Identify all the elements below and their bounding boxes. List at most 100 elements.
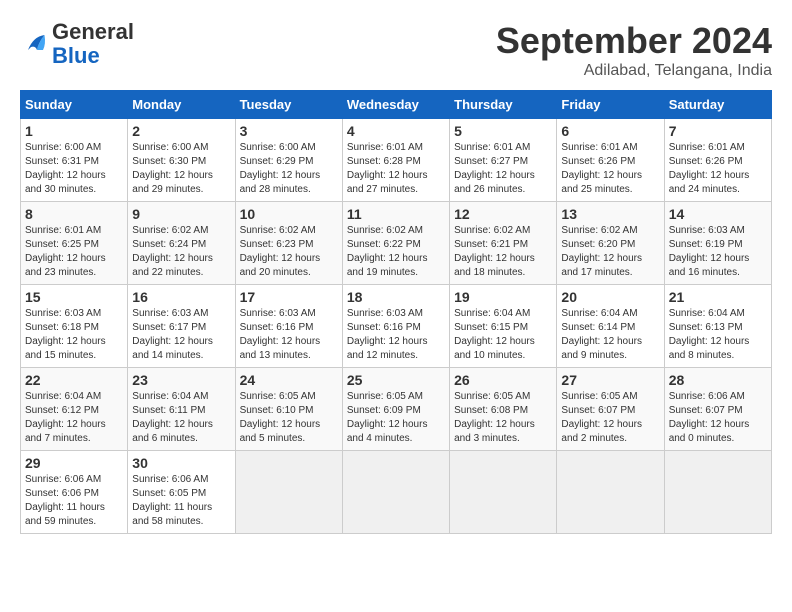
month-title: September 2024	[496, 20, 772, 62]
day-info: Sunrise: 6:00 AMSunset: 6:30 PMDaylight:…	[132, 141, 230, 197]
day-info: Sunrise: 6:01 AMSunset: 6:25 PMDaylight:…	[25, 224, 123, 280]
day-number: 4	[347, 123, 445, 139]
day-info: Sunrise: 6:05 AMSunset: 6:07 PMDaylight:…	[561, 390, 659, 446]
calendar-day-cell: 2 Sunrise: 6:00 AMSunset: 6:30 PMDaylight…	[128, 119, 235, 202]
day-number: 27	[561, 372, 659, 388]
logo-text: General Blue	[52, 20, 134, 68]
day-number: 19	[454, 289, 552, 305]
day-number: 14	[669, 206, 767, 222]
day-info: Sunrise: 6:04 AMSunset: 6:13 PMDaylight:…	[669, 307, 767, 363]
calendar-day-cell: 15Sunrise: 6:03 AMSunset: 6:18 PMDayligh…	[21, 285, 128, 368]
day-info: Sunrise: 6:02 AMSunset: 6:23 PMDaylight:…	[240, 224, 338, 280]
day-info: Sunrise: 6:01 AMSunset: 6:28 PMDaylight:…	[347, 141, 445, 197]
calendar-day-cell: 14 Sunrise: 6:03 AMSunset: 6:19 PMDayligh…	[664, 202, 771, 285]
calendar-day-cell: 11 Sunrise: 6:02 AMSunset: 6:22 PMDayligh…	[342, 202, 449, 285]
calendar-day-cell: 23 Sunrise: 6:04 AMSunset: 6:11 PMDayligh…	[128, 368, 235, 451]
day-info: Sunrise: 6:03 AMSunset: 6:16 PMDaylight:…	[347, 307, 445, 363]
calendar-day-cell: 17 Sunrise: 6:03 AMSunset: 6:16 PMDayligh…	[235, 285, 342, 368]
day-number: 30	[132, 455, 230, 471]
calendar-day-cell: 1 Sunrise: 6:00 AMSunset: 6:31 PMDaylight…	[21, 119, 128, 202]
calendar-day-cell: 26 Sunrise: 6:05 AMSunset: 6:08 PMDayligh…	[450, 368, 557, 451]
calendar-day-cell: 6 Sunrise: 6:01 AMSunset: 6:26 PMDaylight…	[557, 119, 664, 202]
day-info: Sunrise: 6:04 AMSunset: 6:11 PMDaylight:…	[132, 390, 230, 446]
calendar-day-cell: 5 Sunrise: 6:01 AMSunset: 6:27 PMDaylight…	[450, 119, 557, 202]
day-number: 6	[561, 123, 659, 139]
day-number: 21	[669, 289, 767, 305]
calendar-day-cell: 27 Sunrise: 6:05 AMSunset: 6:07 PMDayligh…	[557, 368, 664, 451]
calendar-week-row: 29 Sunrise: 6:06 AMSunset: 6:06 PMDayligh…	[21, 451, 772, 534]
day-info: Sunrise: 6:01 AMSunset: 6:26 PMDaylight:…	[561, 141, 659, 197]
calendar-day-cell	[557, 451, 664, 534]
day-number: 7	[669, 123, 767, 139]
day-number: 12	[454, 206, 552, 222]
calendar-day-cell: 22Sunrise: 6:04 AMSunset: 6:12 PMDayligh…	[21, 368, 128, 451]
day-info: Sunrise: 6:05 AMSunset: 6:08 PMDaylight:…	[454, 390, 552, 446]
day-number: 13	[561, 206, 659, 222]
calendar-day-cell: 16Sunrise: 6:03 AMSunset: 6:17 PMDayligh…	[128, 285, 235, 368]
calendar-day-cell: 3Sunrise: 6:00 AMSunset: 6:29 PMDaylight…	[235, 119, 342, 202]
day-number: 20	[561, 289, 659, 305]
day-info: Sunrise: 6:05 AMSunset: 6:10 PMDaylight:…	[240, 390, 338, 446]
day-of-week-header: Friday	[557, 91, 664, 119]
title-block: September 2024 Adilabad, Telangana, Indi…	[496, 20, 772, 80]
day-number: 10	[240, 206, 338, 222]
day-number: 5	[454, 123, 552, 139]
day-info: Sunrise: 6:06 AMSunset: 6:07 PMDaylight:…	[669, 390, 767, 446]
calendar-week-row: 22Sunrise: 6:04 AMSunset: 6:12 PMDayligh…	[21, 368, 772, 451]
day-of-week-header: Sunday	[21, 91, 128, 119]
day-number: 2	[132, 123, 230, 139]
calendar-day-cell: 29 Sunrise: 6:06 AMSunset: 6:06 PMDayligh…	[21, 451, 128, 534]
day-of-week-header: Tuesday	[235, 91, 342, 119]
day-number: 17	[240, 289, 338, 305]
calendar-week-row: 8 Sunrise: 6:01 AMSunset: 6:25 PMDaylight…	[21, 202, 772, 285]
calendar-day-cell: 24Sunrise: 6:05 AMSunset: 6:10 PMDayligh…	[235, 368, 342, 451]
day-number: 9	[132, 206, 230, 222]
day-of-week-header: Monday	[128, 91, 235, 119]
day-of-week-header: Thursday	[450, 91, 557, 119]
calendar-day-cell: 7 Sunrise: 6:01 AMSunset: 6:26 PMDaylight…	[664, 119, 771, 202]
calendar-day-cell: 12 Sunrise: 6:02 AMSunset: 6:21 PMDayligh…	[450, 202, 557, 285]
day-of-week-header: Wednesday	[342, 91, 449, 119]
calendar-day-cell: 18Sunrise: 6:03 AMSunset: 6:16 PMDayligh…	[342, 285, 449, 368]
day-info: Sunrise: 6:04 AMSunset: 6:12 PMDaylight:…	[25, 390, 123, 446]
day-info: Sunrise: 6:03 AMSunset: 6:19 PMDaylight:…	[669, 224, 767, 280]
day-number: 23	[132, 372, 230, 388]
calendar-day-cell	[664, 451, 771, 534]
page-header: General Blue September 2024 Adilabad, Te…	[20, 20, 772, 80]
calendar-day-cell: 25Sunrise: 6:05 AMSunset: 6:09 PMDayligh…	[342, 368, 449, 451]
calendar-day-cell: 30 Sunrise: 6:06 AMSunset: 6:05 PMDayligh…	[128, 451, 235, 534]
day-info: Sunrise: 6:02 AMSunset: 6:21 PMDaylight:…	[454, 224, 552, 280]
day-info: Sunrise: 6:06 AMSunset: 6:06 PMDaylight:…	[25, 473, 123, 529]
calendar-day-cell: 21 Sunrise: 6:04 AMSunset: 6:13 PMDayligh…	[664, 285, 771, 368]
location: Adilabad, Telangana, India	[496, 62, 772, 80]
calendar-day-cell: 4 Sunrise: 6:01 AMSunset: 6:28 PMDaylight…	[342, 119, 449, 202]
day-number: 29	[25, 455, 123, 471]
calendar-day-cell: 9 Sunrise: 6:02 AMSunset: 6:24 PMDaylight…	[128, 202, 235, 285]
day-info: Sunrise: 6:04 AMSunset: 6:14 PMDaylight:…	[561, 307, 659, 363]
calendar-day-cell: 19Sunrise: 6:04 AMSunset: 6:15 PMDayligh…	[450, 285, 557, 368]
logo-bird-icon	[22, 29, 52, 59]
day-number: 8	[25, 206, 123, 222]
calendar-day-cell	[342, 451, 449, 534]
calendar-day-cell: 28 Sunrise: 6:06 AMSunset: 6:07 PMDayligh…	[664, 368, 771, 451]
calendar-day-cell: 10 Sunrise: 6:02 AMSunset: 6:23 PMDayligh…	[235, 202, 342, 285]
day-info: Sunrise: 6:02 AMSunset: 6:24 PMDaylight:…	[132, 224, 230, 280]
day-info: Sunrise: 6:01 AMSunset: 6:27 PMDaylight:…	[454, 141, 552, 197]
calendar-day-cell: 20 Sunrise: 6:04 AMSunset: 6:14 PMDayligh…	[557, 285, 664, 368]
logo: General Blue	[20, 20, 134, 68]
day-info: Sunrise: 6:02 AMSunset: 6:20 PMDaylight:…	[561, 224, 659, 280]
day-info: Sunrise: 6:00 AMSunset: 6:31 PMDaylight:…	[25, 141, 123, 197]
day-number: 11	[347, 206, 445, 222]
day-of-week-header: Saturday	[664, 91, 771, 119]
day-info: Sunrise: 6:06 AMSunset: 6:05 PMDaylight:…	[132, 473, 230, 529]
day-info: Sunrise: 6:00 AMSunset: 6:29 PMDaylight:…	[240, 141, 338, 197]
day-info: Sunrise: 6:03 AMSunset: 6:16 PMDaylight:…	[240, 307, 338, 363]
calendar-header-row: SundayMondayTuesdayWednesdayThursdayFrid…	[21, 91, 772, 119]
day-info: Sunrise: 6:03 AMSunset: 6:18 PMDaylight:…	[25, 307, 123, 363]
calendar-week-row: 1 Sunrise: 6:00 AMSunset: 6:31 PMDaylight…	[21, 119, 772, 202]
day-number: 1	[25, 123, 123, 139]
day-info: Sunrise: 6:01 AMSunset: 6:26 PMDaylight:…	[669, 141, 767, 197]
day-info: Sunrise: 6:02 AMSunset: 6:22 PMDaylight:…	[347, 224, 445, 280]
day-number: 28	[669, 372, 767, 388]
day-number: 26	[454, 372, 552, 388]
